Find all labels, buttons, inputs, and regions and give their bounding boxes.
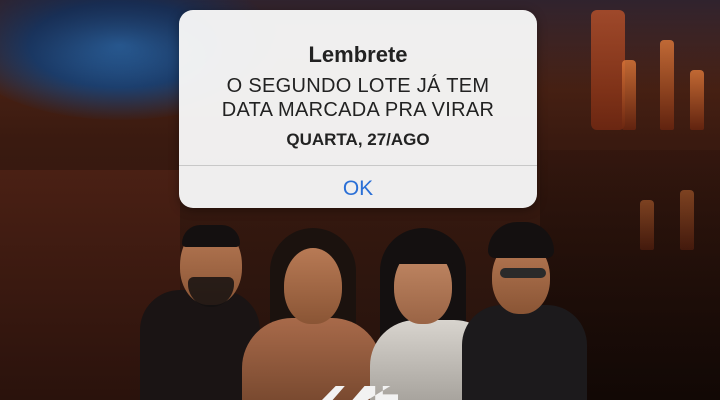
person-body [242, 318, 382, 400]
bottle [690, 70, 704, 130]
bottle [680, 190, 694, 250]
alert-message-line-1: O SEGUNDO LOTE JÁ TEM [226, 75, 490, 97]
person-hair [488, 222, 554, 258]
sunglasses-icon [500, 268, 546, 278]
ok-button[interactable]: OK [179, 166, 537, 208]
person-head [284, 248, 342, 324]
bottle [640, 200, 654, 250]
alert-date: QUARTA, 27/AGO [286, 130, 430, 149]
person-man-glasses [462, 222, 587, 400]
alert-title: Lembrete [308, 42, 408, 67]
reminder-alert-dialog: Lembrete O SEGUNDO LOTE JÁ TEM DATA MARC… [179, 10, 537, 208]
alert-message: O SEGUNDO LOTE JÁ TEM DATA MARCADA PRA V… [179, 74, 537, 122]
bottle [622, 60, 636, 130]
lamp-light [591, 10, 625, 130]
person-body [462, 305, 587, 400]
alert-message-line-2: DATA MARCADA PRA VIRAR [221, 99, 495, 121]
bottle [660, 40, 674, 130]
person-woman-1 [232, 228, 382, 400]
